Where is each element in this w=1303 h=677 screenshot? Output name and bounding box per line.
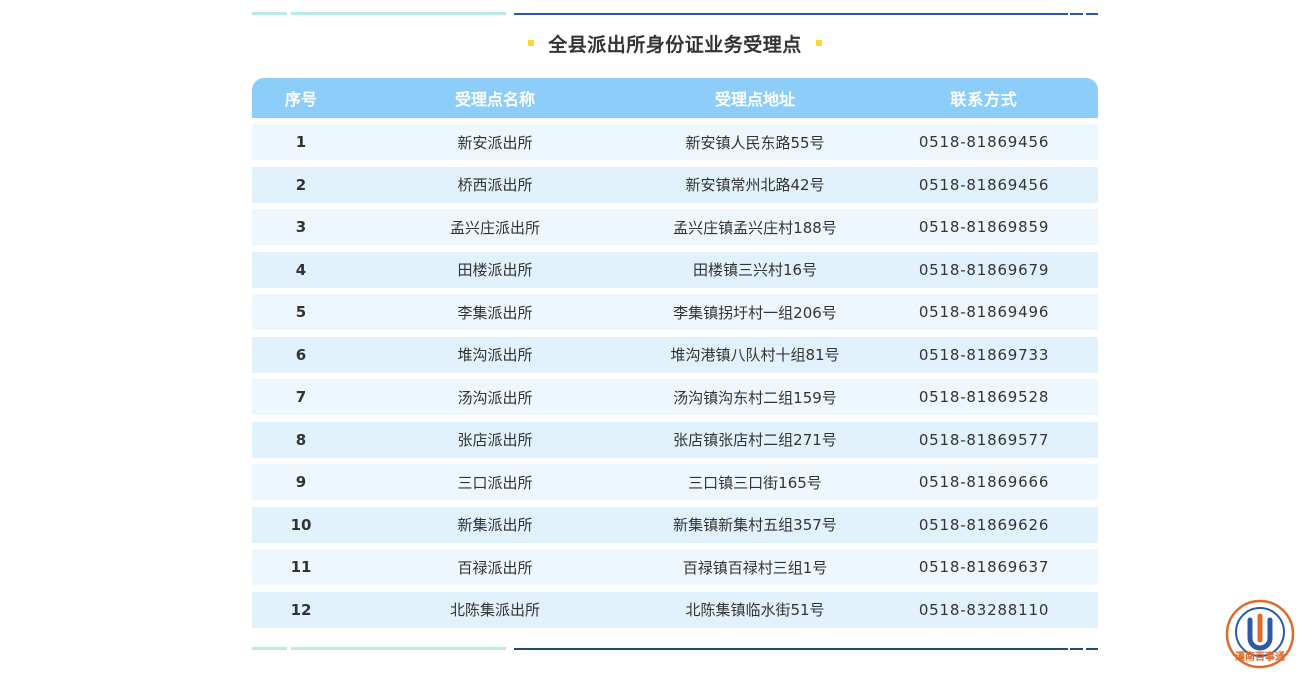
cell-address: 新集镇新集村五组357号 [673, 516, 837, 534]
cell-name: 李集派出所 [457, 303, 533, 322]
bottom-divider-line [514, 648, 1068, 650]
cell-name: 桥西派出所 [457, 176, 533, 194]
cell-address: 田楼镇三兴村16号 [692, 261, 818, 279]
bottom-divider-segment [1070, 648, 1083, 650]
cell-name: 孟兴庄派出所 [449, 218, 540, 237]
service-point-table: 序号 受理点名称 受理点地址 联系方式 1 新安派出所 新安镇人民东路55号 0518… [252, 78, 1098, 628]
cell-phone: 0518-81869679 [918, 260, 1050, 279]
cell-address: 张店镇张店村二组271号 [673, 431, 837, 449]
cell-phone: 0518-81869496 [918, 303, 1050, 321]
table-row: 2 桥西派出所 新安镇常州北路42号 0518-81869456 [252, 166, 1098, 203]
cell-no: 8 [295, 430, 307, 449]
cell-name: 堆沟派出所 [457, 346, 533, 364]
header-cell-no: 序号 [284, 90, 317, 109]
table-row: 9 三口派出所 三口镇三口街165号 0518-81869666 [252, 464, 1098, 500]
cell-phone: 0518-81869456 [918, 175, 1050, 194]
cell-no: 2 [295, 175, 307, 194]
header-cell-phone: 联系方式 [950, 90, 1018, 109]
cell-name: 田楼派出所 [457, 261, 533, 279]
cell-name: 新集派出所 [457, 516, 533, 534]
header-cell-name: 受理点名称 [454, 90, 535, 109]
cell-phone: 0518-81869456 [918, 133, 1050, 151]
bottom-divider-segment [252, 647, 287, 650]
cell-name: 百禄派出所 [457, 558, 533, 577]
cell-address: 新安镇常州北路42号 [685, 176, 825, 194]
cell-name: 三口派出所 [457, 473, 533, 492]
logo-text: 灌南百事通 [1235, 650, 1285, 663]
cell-phone: 0518-81869528 [918, 388, 1050, 406]
cell-no: 6 [295, 345, 307, 364]
table-row: 5 李集派出所 李集镇拐圩村一组206号 0518-81869496 [252, 294, 1098, 330]
table-row: 7 汤沟派出所 汤沟镇沟东村二组159号 0518-81869528 [252, 379, 1098, 415]
top-divider-segment [291, 12, 506, 15]
table-row: 11 百禄派出所 百禄镇百禄村三组1号 0518-81869637 [252, 549, 1098, 585]
bottom-divider-segment [1086, 648, 1098, 650]
cell-phone: 0518-83288110 [918, 600, 1050, 619]
table-row: 3 孟兴庄派出所 孟兴庄镇孟兴庄村188号 0518-81869859 [252, 209, 1098, 245]
cell-address: 百禄镇百禄村三组1号 [682, 558, 828, 577]
title-right-dot [815, 40, 822, 46]
title-left-dot [528, 40, 535, 46]
news-app-logo-icon: 灌南百事通 [1224, 598, 1296, 670]
cell-no: 4 [295, 260, 307, 279]
top-divider-line [514, 13, 1068, 15]
cell-no: 10 [290, 515, 312, 534]
cell-address: 汤沟镇沟东村二组159号 [673, 388, 837, 407]
header-cell-address: 受理点地址 [714, 90, 795, 109]
top-divider-segment [1070, 13, 1083, 15]
cell-phone: 0518-81869733 [918, 345, 1050, 364]
cell-address: 孟兴庄镇孟兴庄村188号 [673, 218, 837, 237]
cell-phone: 0518-81869577 [918, 430, 1050, 449]
cell-name: 张店派出所 [457, 431, 533, 449]
cell-no: 3 [295, 218, 307, 236]
cell-address: 北陈集镇临水街51号 [685, 601, 825, 619]
cell-phone: 0518-81869637 [918, 558, 1050, 576]
cell-no: 5 [295, 303, 307, 321]
title-bar: 全县派出所身份证业务受理点 [252, 28, 1098, 58]
top-divider-segment [1086, 13, 1098, 15]
top-divider-segment [252, 12, 287, 15]
cell-phone: 0518-81869666 [918, 473, 1050, 491]
cell-address: 堆沟港镇八队村十组81号 [670, 346, 840, 364]
table-row: 12 北陈集派出所 北陈集镇临水街51号 0518-83288110 [252, 591, 1098, 628]
bottom-divider-segment [291, 647, 506, 650]
cell-no: 11 [290, 558, 312, 576]
table-header: 序号 受理点名称 受理点地址 联系方式 [252, 78, 1098, 118]
table-body: 1 新安派出所 新安镇人民东路55号 0518-81869456 2 桥西派出所 新安镇常州… [252, 124, 1098, 628]
cell-address: 三口镇三口街165号 [688, 473, 822, 492]
cell-name: 北陈集派出所 [449, 601, 540, 619]
cell-no: 7 [295, 388, 307, 406]
cell-address: 新安镇人民东路55号 [685, 133, 825, 152]
table-row: 4 田楼派出所 田楼镇三兴村16号 0518-81869679 [252, 251, 1098, 288]
cell-name: 新安派出所 [457, 133, 533, 152]
table-row: 6 堆沟派出所 堆沟港镇八队村十组81号 0518-81869733 [252, 336, 1098, 373]
cell-address: 李集镇拐圩村一组206号 [673, 303, 837, 322]
cell-phone: 0518-81869626 [918, 515, 1050, 534]
table-row: 8 张店派出所 张店镇张店村二组271号 0518-81869577 [252, 421, 1098, 458]
cell-phone: 0518-81869859 [918, 218, 1050, 236]
cell-name: 汤沟派出所 [457, 388, 533, 407]
cell-no: 1 [295, 133, 307, 151]
cell-no: 9 [295, 473, 307, 491]
page-title: 全县派出所身份证业务受理点 [548, 33, 802, 56]
table-row: 10 新集派出所 新集镇新集村五组357号 0518-81869626 [252, 506, 1098, 543]
cell-no: 12 [290, 600, 312, 619]
table-row: 1 新安派出所 新安镇人民东路55号 0518-81869456 [252, 124, 1098, 160]
